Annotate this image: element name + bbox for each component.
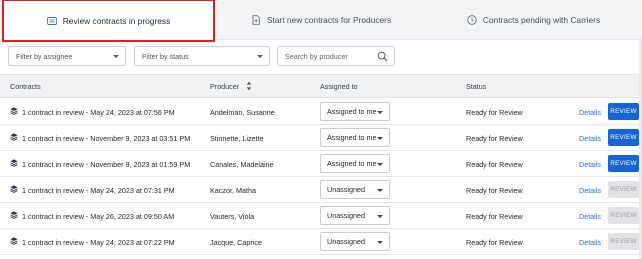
details-link[interactable]: Details <box>579 108 601 117</box>
assignee-select[interactable]: Unassigned <box>320 232 390 251</box>
stack-icon <box>10 185 18 193</box>
assignee-select[interactable]: Assigned to me <box>320 154 390 173</box>
contract-cell: 1 contract in review - May 26, 2023 at 0… <box>22 211 175 221</box>
details-link[interactable]: Details <box>579 160 601 169</box>
chevron-down-icon <box>257 55 263 58</box>
header-status: Status <box>466 82 487 91</box>
assignee-value: Assigned to me <box>327 159 377 168</box>
tab-pending-carriers[interactable]: Contracts pending with Carriers <box>427 0 640 40</box>
table-row: 1 contract in review - May 24, 2023 at 0… <box>0 177 642 203</box>
review-button-disabled: REVIEW <box>608 233 639 250</box>
chevron-down-icon <box>377 110 383 114</box>
status-filter[interactable]: Filter by status <box>134 46 270 66</box>
details-link[interactable]: Details <box>579 134 601 143</box>
clock-icon <box>467 15 477 25</box>
tab-start-new-contracts[interactable]: Start new contracts for Producers <box>215 0 427 40</box>
status-cell: Ready for Review <box>466 133 523 143</box>
status-cell: Ready for Review <box>466 211 523 221</box>
status-filter-placeholder: Filter by status <box>142 51 189 61</box>
contract-list-icon <box>46 16 57 25</box>
header-producer[interactable]: Producer <box>210 82 239 91</box>
chevron-down-icon <box>377 214 383 218</box>
assignee-select[interactable]: Assigned to me <box>320 128 390 147</box>
assignee-filter-placeholder: Filter by assignee <box>16 51 73 61</box>
review-button-disabled: REVIEW <box>608 207 639 224</box>
chevron-down-icon <box>377 188 383 192</box>
sort-icon[interactable] <box>246 81 252 91</box>
contract-cell: 1 contract in review - May 24, 2023 at 0… <box>22 107 175 117</box>
assignee-select[interactable]: Unassigned <box>320 180 390 199</box>
status-cell: Ready for Review <box>466 185 523 195</box>
assignee-value: Unassigned <box>327 185 365 194</box>
search-icon[interactable] <box>377 51 388 62</box>
tab-review-contracts[interactable]: Review contracts in progress <box>2 0 215 42</box>
assignee-filter[interactable]: Filter by assignee <box>8 46 126 66</box>
details-link[interactable]: Details <box>579 212 601 221</box>
producer-cell: Stinnette, Lizette <box>210 133 264 143</box>
review-button[interactable]: REVIEW <box>608 103 639 120</box>
table-header: Contracts Producer Assigned to Status <box>0 74 642 98</box>
chevron-down-icon <box>377 136 383 140</box>
table-row: 1 contract in review - May 24, 2023 at 0… <box>0 99 642 125</box>
producer-search[interactable] <box>277 46 395 66</box>
producer-cell: Andelman, Susanne <box>210 107 275 117</box>
table-row: 1 contract in review - May 24, 2023 at 0… <box>0 229 642 255</box>
table-row: 1 contract in review - November 9, 2023 … <box>0 151 642 177</box>
stack-icon <box>10 159 18 167</box>
assignee-value: Assigned to me <box>327 107 377 116</box>
add-document-icon <box>252 15 260 25</box>
producer-cell: Vauters, Viola <box>210 211 255 221</box>
assignee-value: Assigned to me <box>327 133 377 142</box>
tab-bar: Review contracts in progress Start new c… <box>0 0 642 42</box>
contract-cell: 1 contract in review - May 24, 2023 at 0… <box>22 185 175 195</box>
contract-cell: 1 contract in review - November 9, 2023 … <box>22 159 191 169</box>
chevron-down-icon <box>377 162 383 166</box>
header-contracts: Contracts <box>10 82 41 91</box>
chevron-down-icon <box>377 240 383 244</box>
review-button-disabled: REVIEW <box>608 181 639 198</box>
producer-cell: Kaczor, Matha <box>210 185 256 195</box>
stack-icon <box>10 107 18 115</box>
filter-bar: Filter by assignee Filter by status <box>0 46 642 68</box>
chevron-down-icon <box>113 55 119 58</box>
status-cell: Ready for Review <box>466 107 523 117</box>
producer-cell: Canales, Madelaine <box>210 159 274 169</box>
header-assigned-to: Assigned to <box>320 82 358 91</box>
assignee-select[interactable]: Assigned to me <box>320 102 390 121</box>
table-row: 1 contract in review - November 9, 2023 … <box>0 125 642 151</box>
review-button[interactable]: REVIEW <box>608 155 639 172</box>
producer-cell: Jacque, Caprice <box>210 237 262 247</box>
tab-label: Contracts pending with Carriers <box>482 15 601 25</box>
details-link[interactable]: Details <box>579 186 601 195</box>
tab-label: Start new contracts for Producers <box>266 15 392 25</box>
assignee-value: Unassigned <box>327 211 365 220</box>
stack-icon <box>10 237 18 245</box>
status-cell: Ready for Review <box>466 237 523 247</box>
details-link[interactable]: Details <box>579 238 601 247</box>
status-cell: Ready for Review <box>466 159 523 169</box>
producer-search-input[interactable] <box>285 51 375 61</box>
stack-icon <box>10 211 18 219</box>
stack-icon <box>10 133 18 141</box>
tab-label: Review contracts in progress <box>62 15 171 26</box>
table-row: 1 contract in review - May 26, 2023 at 0… <box>0 203 642 229</box>
contract-cell: 1 contract in review - May 24, 2023 at 0… <box>22 237 175 247</box>
contract-cell: 1 contract in review - November 9, 2023 … <box>22 133 191 143</box>
assignee-select[interactable]: Unassigned <box>320 206 390 225</box>
review-button[interactable]: REVIEW <box>608 129 639 146</box>
assignee-value: Unassigned <box>327 237 365 246</box>
